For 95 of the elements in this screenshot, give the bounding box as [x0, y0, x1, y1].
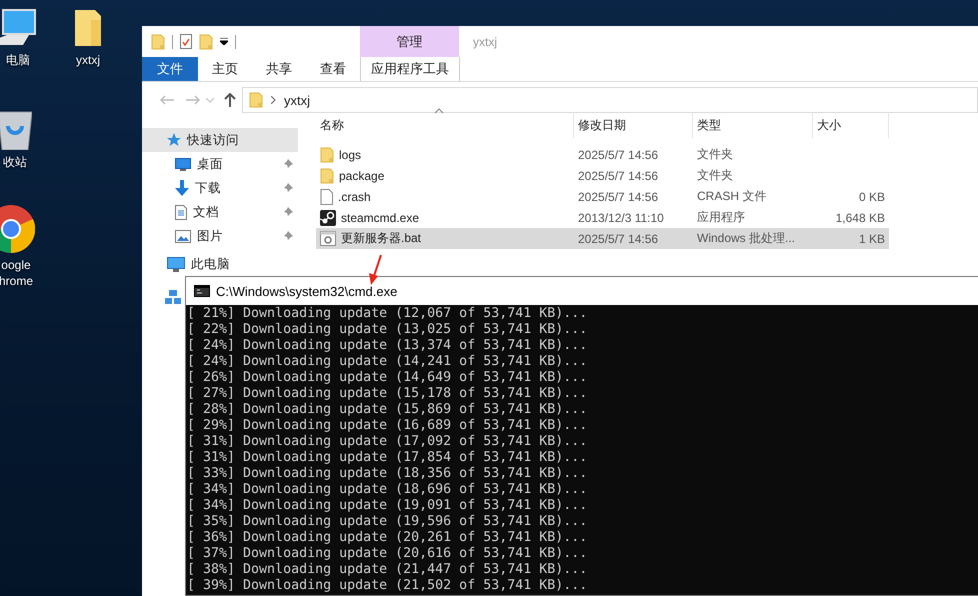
computer-icon — [0, 8, 37, 48]
terminal-icon — [194, 285, 210, 297]
sidebar-item[interactable]: 此电脑 — [142, 252, 300, 276]
annotation-arrow — [369, 254, 382, 285]
console-line: [ 34%] Downloading update (19,091 of 53,741 KB)... — [187, 498, 588, 514]
console-line: [ 34%] Downloading update (18,696 of 53,741 KB)... — [187, 482, 588, 498]
monitor-icon — [175, 158, 191, 170]
file-row[interactable]: 更新服务器.bat 2025/5/7 14:56 Windows 批处理... 1 KB — [316, 228, 889, 249]
folder-icon — [73, 8, 103, 48]
file-type: 文件夹 — [697, 168, 733, 182]
up-arrow-icon[interactable] — [224, 93, 236, 107]
pin-icon[interactable] — [283, 207, 293, 217]
sidebar-item[interactable]: 快速访问 — [142, 128, 298, 152]
file-row[interactable]: package 2025/5/7 14:56 文件夹 — [316, 165, 889, 186]
network-icon[interactable] — [165, 290, 181, 304]
gear-window-icon — [320, 231, 336, 246]
console-line: [ 38%] Downloading update (21,447 of 53,741 KB)... — [187, 562, 588, 578]
ribbon-tab[interactable]: 共享 — [252, 57, 306, 81]
console-line: [ 28%] Downloading update (15,869 of 53,741 KB)... — [187, 402, 588, 418]
chevron-right-icon[interactable] — [271, 96, 276, 104]
address-bar[interactable]: yxtxj — [242, 87, 978, 113]
column-header[interactable]: 大小 — [813, 112, 889, 138]
file-type: 应用程序 — [697, 210, 745, 224]
download-arrow-icon — [175, 180, 189, 196]
folder-icon — [320, 146, 334, 162]
file-name: .crash — [338, 190, 371, 204]
steam-icon — [320, 210, 336, 226]
file-size: 1 KB — [858, 232, 885, 246]
console-line: [ 33%] Downloading update (18,356 of 53,741 KB)... — [187, 466, 588, 482]
file-icon — [320, 188, 333, 204]
file-type: CRASH 文件 — [697, 189, 766, 203]
column-header[interactable]: 名称 — [316, 112, 574, 138]
sidebar-item[interactable]: 图片 — [142, 224, 300, 248]
pin-icon[interactable] — [283, 159, 293, 169]
console-line: [ 22%] Downloading update (13,025 of 53,741 KB)... — [187, 322, 588, 338]
icon-label: 电脑 — [6, 52, 30, 68]
window-title: yxtxj — [472, 34, 497, 50]
console-line: [ 36%] Downloading update (20,261 of 53,741 KB)... — [187, 530, 588, 546]
icon-label: 收站 — [3, 154, 27, 170]
icon-label: yxtxj — [76, 52, 100, 68]
sidebar-item[interactable]: 桌面 — [142, 152, 300, 176]
star-icon — [167, 133, 181, 147]
folder-icon — [320, 168, 334, 184]
console-line: [ 35%] Downloading update (19,596 of 53,741 KB)... — [187, 514, 588, 530]
folder-icon — [151, 34, 165, 50]
file-type: Windows 批处理... — [697, 231, 796, 245]
file-row[interactable]: logs 2025/5/7 14:56 文件夹 — [316, 144, 889, 165]
file-type: 文件夹 — [697, 147, 733, 161]
modified-date: 2025/5/7 14:56 — [578, 190, 658, 204]
file-size: 0 KB — [858, 190, 885, 204]
document-icon — [175, 204, 187, 220]
console-line: [ 29%] Downloading update (16,689 of 53,741 KB)... — [187, 418, 588, 434]
column-header[interactable]: 类型 — [693, 112, 813, 138]
console-line: [ 26%] Downloading update (14,649 of 53,741 KB)... — [187, 370, 588, 386]
file-name: 更新服务器.bat — [341, 230, 422, 247]
modified-date: 2025/5/7 14:56 — [578, 168, 658, 182]
new-folder-icon — [199, 34, 213, 50]
context-tab-group: 管理 — [360, 26, 459, 57]
file-name: steamcmd.exe — [341, 210, 420, 224]
dropdown-icon[interactable] — [220, 38, 228, 45]
console-line: [ 39%] Downloading update (21,502 of 53,741 KB)... — [187, 578, 588, 594]
file-row[interactable]: .crash 2025/5/7 14:56 CRASH 文件 0 KB — [316, 186, 889, 207]
chevron-down-icon[interactable] — [206, 98, 214, 102]
chrome-logo-icon — [0, 205, 35, 253]
ribbon-tab[interactable]: 主页 — [198, 57, 252, 81]
modified-date: 2025/5/7 14:56 — [578, 232, 658, 246]
sidebar-item[interactable]: 文档 — [142, 200, 300, 224]
icon-label: oogle hrome — [0, 257, 33, 289]
path-segment[interactable]: yxtxj — [284, 92, 310, 108]
properties-icon[interactable] — [180, 34, 192, 49]
file-row[interactable]: steamcmd.exe 2013/12/3 11:10 应用程序 1,648 KB — [316, 207, 889, 228]
console-line: [ 24%] Downloading update (13,374 of 53,741 KB)... — [187, 338, 588, 354]
file-name: logs — [339, 148, 362, 162]
console-line: [ 24%] Downloading update (14,241 of 53,741 KB)... — [187, 354, 588, 370]
folder-icon — [249, 92, 263, 108]
sidebar-item[interactable]: 下载 — [142, 176, 300, 200]
column-header[interactable]: 修改日期 — [574, 112, 693, 138]
file-size: 1,648 KB — [836, 210, 885, 224]
window-title: C:\Windows\system32\cmd.exe — [216, 284, 398, 298]
console-line: [ 21%] Downloading update (12,067 of 53,741 KB)... — [187, 306, 588, 322]
console-line: [ 37%] Downloading update (20,616 of 53,741 KB)... — [187, 546, 588, 562]
console-line: [ 31%] Downloading update (17,854 of 53,741 KB)... — [187, 450, 588, 466]
modified-date: 2013/12/3 11:10 — [578, 210, 664, 224]
modified-date: 2025/5/7 14:56 — [578, 148, 658, 162]
forward-arrow-icon[interactable] — [186, 95, 200, 105]
ribbon-tab[interactable]: 查看 — [306, 57, 360, 81]
pin-icon[interactable] — [283, 231, 293, 241]
file-name: package — [339, 168, 384, 182]
picture-icon — [175, 230, 191, 242]
computer-icon — [167, 256, 185, 272]
pin-icon[interactable] — [283, 183, 293, 193]
file-menu-tab[interactable]: 文件 — [142, 57, 198, 81]
console-line: [ 31%] Downloading update (17,092 of 53,741 KB)... — [187, 434, 588, 450]
back-arrow-icon[interactable] — [160, 95, 174, 105]
console-line: [ 27%] Downloading update (15,178 of 53,741 KB)... — [187, 386, 588, 402]
